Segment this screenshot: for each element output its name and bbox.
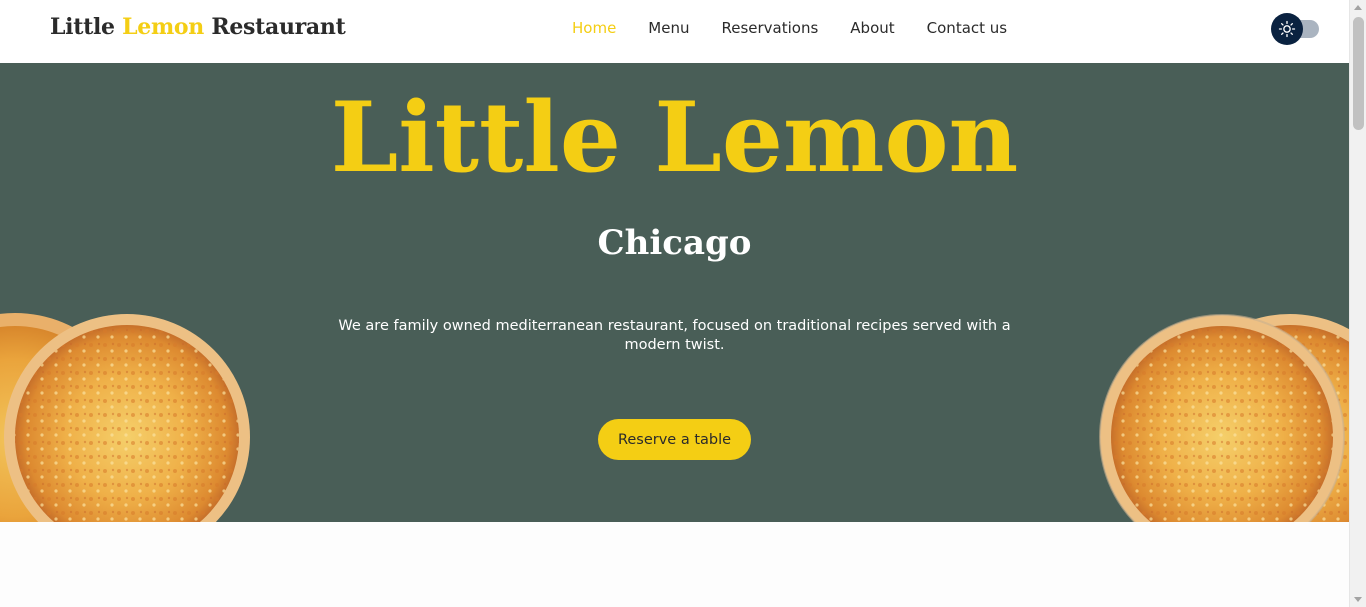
nav-about-link[interactable]: About (850, 19, 894, 37)
sun-icon (1278, 20, 1296, 38)
scroll-down-arrow-icon[interactable] (1354, 597, 1362, 602)
site-header: Little Lemon Restaurant Home Menu Reserv… (0, 0, 1349, 63)
theme-toggle[interactable] (1271, 13, 1319, 45)
site-logo[interactable]: Little Lemon Restaurant (50, 14, 346, 40)
theme-toggle-knob (1271, 13, 1303, 45)
scroll-up-arrow-icon[interactable] (1354, 5, 1362, 10)
logo-word-lemon: Lemon (122, 14, 204, 40)
nav-home-link[interactable]: Home (572, 19, 616, 37)
nav-menu-link[interactable]: Menu (648, 19, 689, 37)
page-scrollbar[interactable] (1349, 0, 1366, 607)
main-nav: Home Menu Reservations About Contact us (572, 19, 1039, 37)
nav-contact-link[interactable]: Contact us (927, 19, 1007, 37)
hero-subtitle: Chicago (597, 223, 752, 263)
logo-word-little: Little (50, 14, 115, 40)
hero-section: Little Lemon Chicago We are family owned… (0, 63, 1349, 522)
pizza-image (1099, 314, 1345, 522)
pizza-image (4, 314, 250, 522)
hero-description: We are family owned mediterranean restau… (338, 318, 1011, 353)
scrollbar-thumb[interactable] (1353, 17, 1364, 130)
logo-word-restaurant: Restaurant (211, 14, 346, 40)
hero-title: Little Lemon (330, 81, 1019, 194)
nav-reservations-link[interactable]: Reservations (721, 19, 818, 37)
reserve-table-button[interactable]: Reserve a table (598, 419, 751, 460)
